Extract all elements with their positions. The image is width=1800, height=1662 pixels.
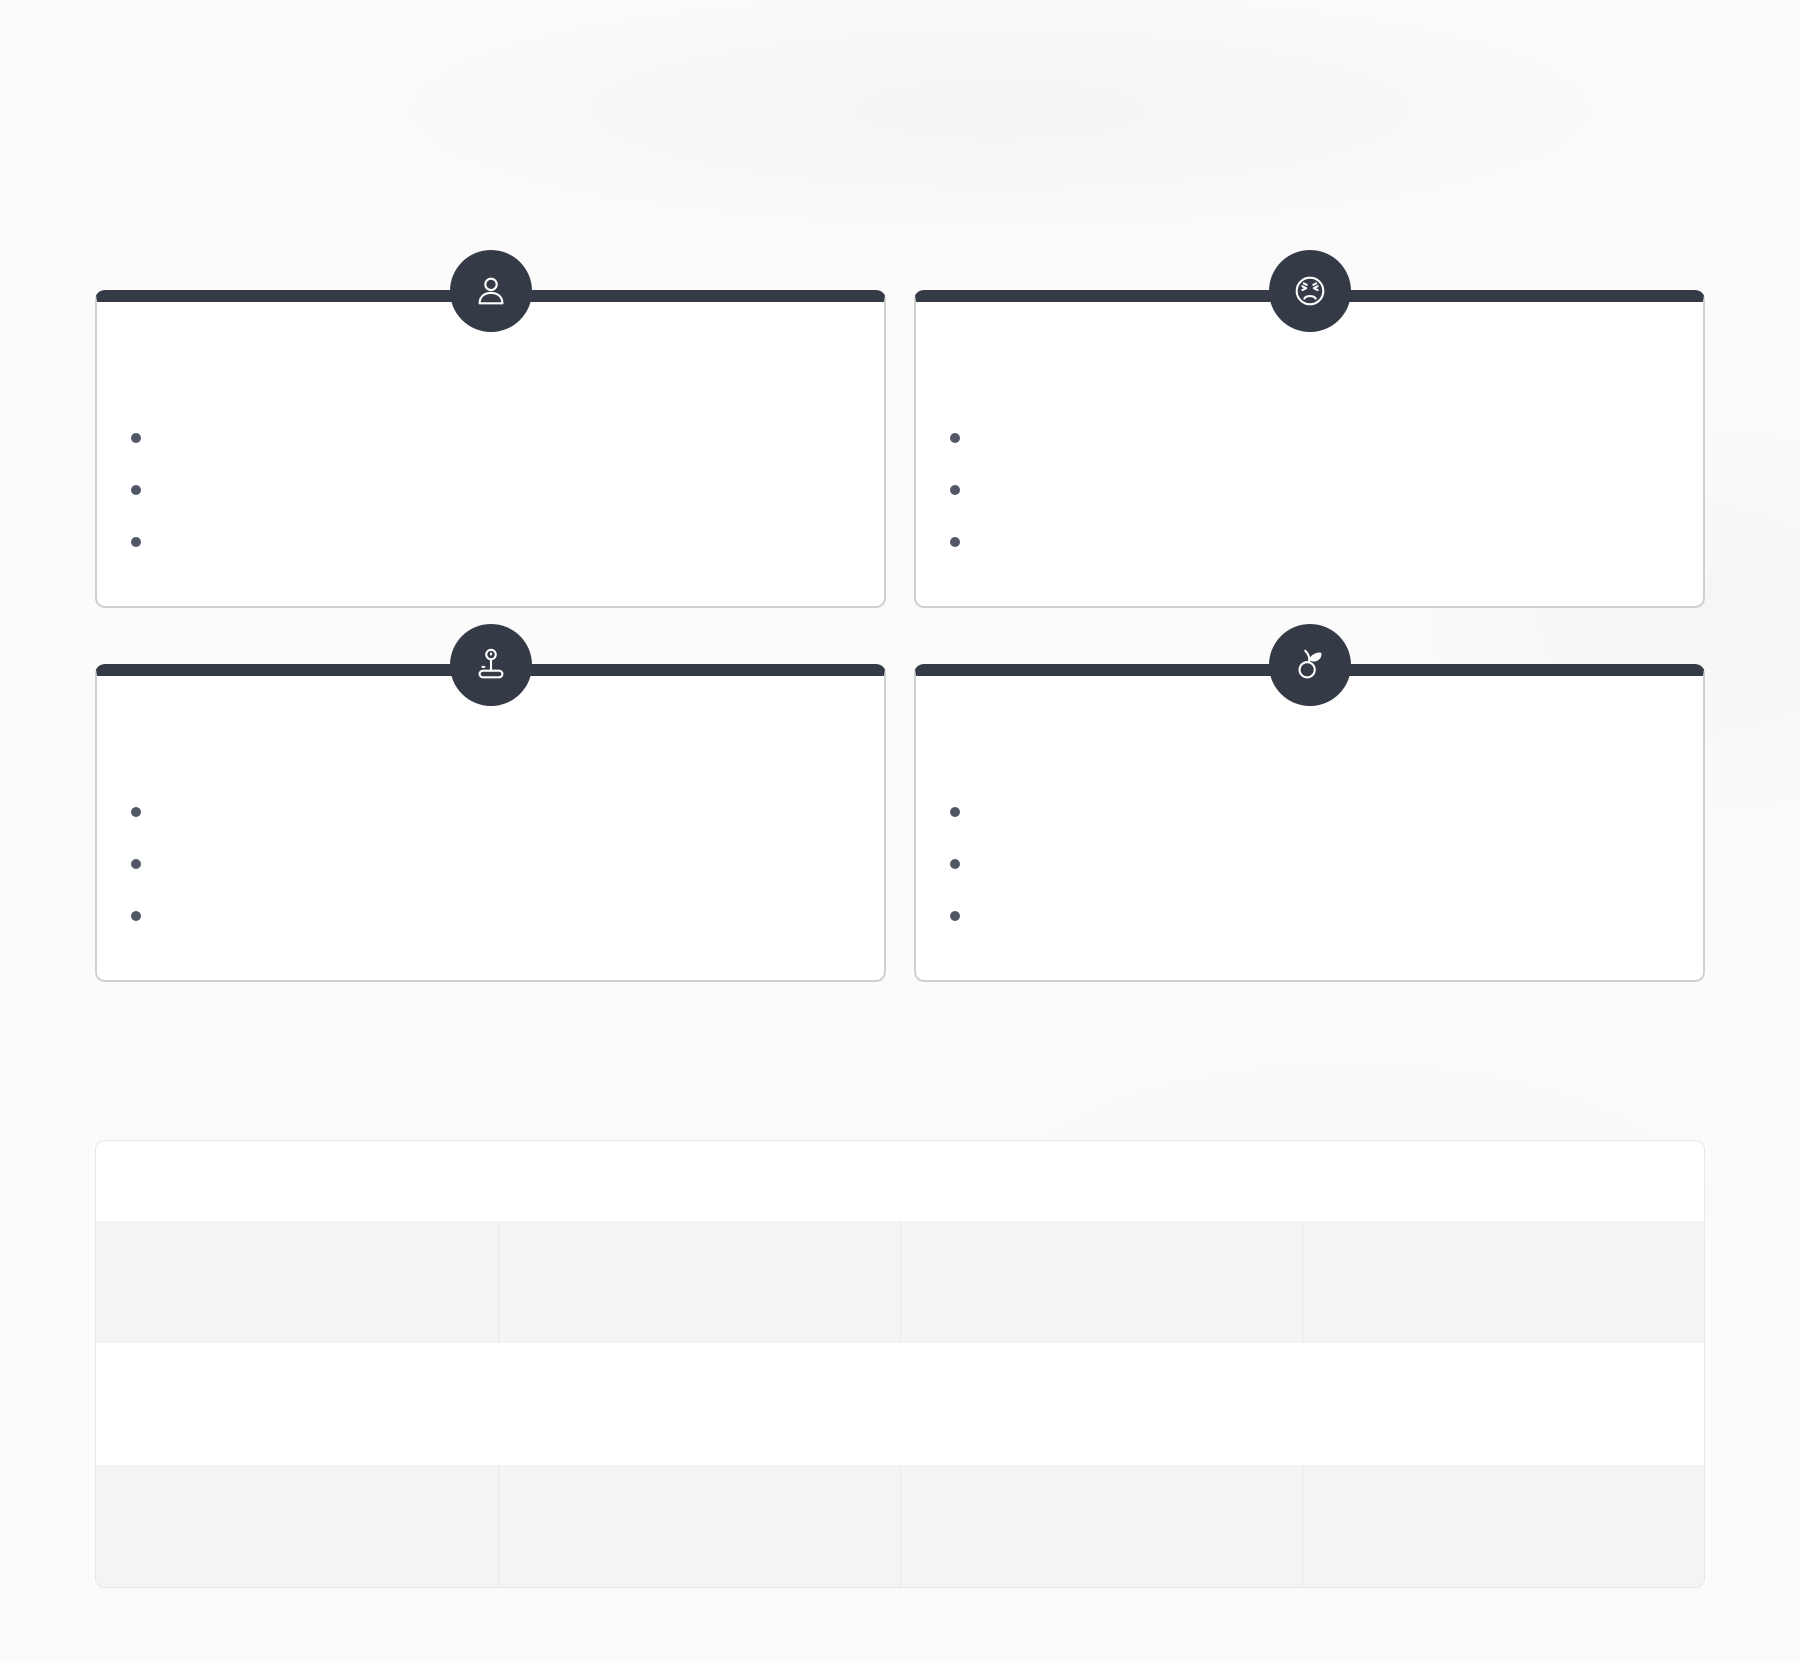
card-icon-badge	[449, 250, 532, 332]
list-item	[950, 464, 1669, 516]
list-item	[131, 412, 850, 464]
table-cell	[498, 1343, 900, 1465]
list-item	[131, 516, 850, 568]
list-item	[950, 412, 1669, 464]
table-header-cell	[498, 1141, 900, 1221]
frustrated-face-icon	[1295, 276, 1324, 306]
page-title	[95, 60, 1705, 116]
card-icon-badge	[1268, 250, 1351, 332]
table-cell	[1301, 1465, 1704, 1587]
table-cell	[1301, 1221, 1704, 1343]
table-cell	[497, 1221, 900, 1343]
card-title	[131, 360, 850, 390]
table-header-cell	[96, 1141, 498, 1221]
card-icon-badge	[1268, 624, 1351, 706]
card-title	[950, 360, 1669, 390]
list-item	[131, 464, 850, 516]
table-row	[96, 1221, 1704, 1343]
card-icon-badge	[449, 624, 532, 706]
table-cell	[899, 1465, 1302, 1587]
table-cell	[1302, 1343, 1704, 1465]
table-cell	[899, 1221, 1302, 1343]
list-item	[131, 786, 850, 838]
list-item	[131, 838, 850, 890]
list-item	[950, 890, 1669, 942]
comparison-table	[95, 1140, 1705, 1588]
list-item	[950, 516, 1669, 568]
table-header-row	[96, 1141, 1704, 1221]
card-list	[131, 786, 850, 942]
table-header-cell	[900, 1141, 1302, 1221]
card-list	[950, 786, 1669, 942]
card-controls	[95, 624, 886, 982]
list-item	[131, 890, 850, 942]
card-list	[950, 412, 1669, 568]
card-persona	[95, 250, 886, 608]
card-title	[131, 734, 850, 764]
page-header	[95, 60, 1705, 210]
person-icon	[478, 277, 503, 305]
table-row	[96, 1465, 1704, 1587]
table-cell	[96, 1465, 498, 1587]
joystick-icon	[478, 648, 503, 679]
table-cell	[497, 1465, 900, 1587]
table-row	[96, 1343, 1704, 1465]
table-cell	[96, 1221, 498, 1343]
list-item	[950, 786, 1669, 838]
card-pain-points	[914, 250, 1705, 608]
card-growth	[914, 624, 1705, 982]
card-list	[131, 412, 850, 568]
page-subtitle	[95, 134, 1705, 162]
list-item	[950, 838, 1669, 890]
card-grid	[95, 250, 1705, 982]
data-table	[96, 1141, 1704, 1587]
table-cell	[900, 1343, 1302, 1465]
table-cell	[96, 1343, 498, 1465]
fruit-leaf-icon	[1298, 649, 1321, 679]
card-title	[950, 734, 1669, 764]
table-header-cell	[1302, 1141, 1704, 1221]
